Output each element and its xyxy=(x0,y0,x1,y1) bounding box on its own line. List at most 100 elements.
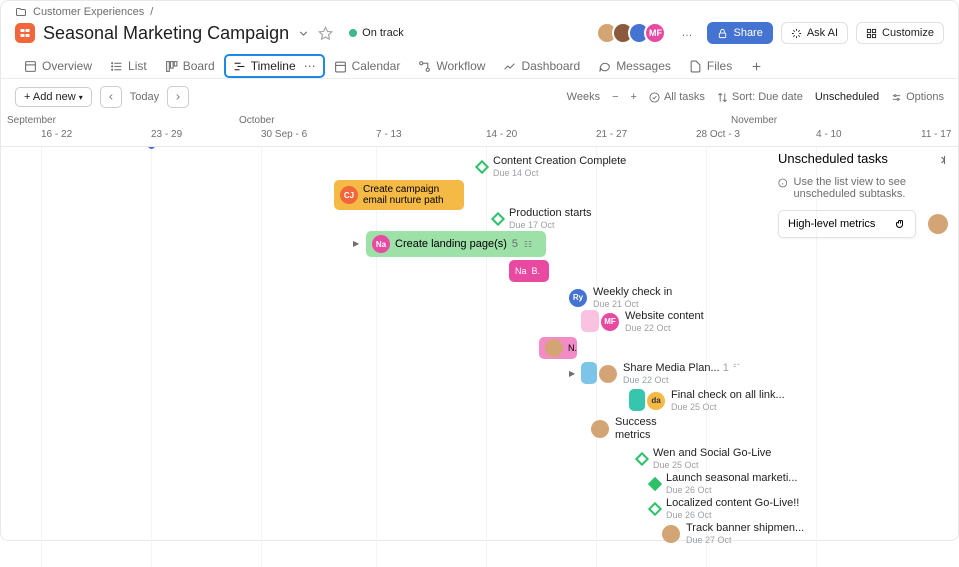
zoom-out-button[interactable]: − xyxy=(612,91,618,103)
month-label: October xyxy=(239,115,275,126)
task-milestone[interactable]: Content Creation CompleteDue 14 Oct xyxy=(477,155,626,178)
avatar[interactable] xyxy=(928,214,948,234)
task-row[interactable]: Track banner shipmen...Due 27 Oct xyxy=(662,522,804,545)
more-icon[interactable]: ⋯ xyxy=(304,59,316,73)
calendar-icon xyxy=(334,60,347,73)
board-icon xyxy=(165,60,178,73)
expand-caret[interactable]: ▶ xyxy=(353,239,359,248)
filter-tasks[interactable]: All tasks xyxy=(649,91,705,103)
star-icon[interactable] xyxy=(318,26,333,41)
overview-icon xyxy=(24,60,37,73)
milestone-icon xyxy=(648,477,662,491)
messages-icon xyxy=(598,60,611,73)
chevron-down-icon[interactable] xyxy=(297,27,310,40)
week-label: 16 - 22 xyxy=(41,129,72,140)
timeline-header: September October November 16 - 22 23 - … xyxy=(1,115,958,147)
zoom-in-button[interactable]: + xyxy=(631,91,637,103)
expand-caret[interactable]: ▶ xyxy=(569,369,575,378)
avatar-chip: da xyxy=(647,392,665,410)
task-bar[interactable]: Na B. xyxy=(509,260,549,282)
unscheduled-panel: Unscheduled tasks Use the list view to s… xyxy=(778,151,948,238)
panel-tip: Use the list view to see unscheduled sub… xyxy=(778,176,948,200)
avatar-chip xyxy=(662,525,680,543)
customize-button[interactable]: Customize xyxy=(856,22,944,44)
week-label: 28 Oct - 3 xyxy=(696,129,740,140)
week-label: 11 - 17 xyxy=(921,129,951,140)
sort-button[interactable]: Sort: Due date xyxy=(717,91,803,103)
zoom-label: Weeks xyxy=(567,91,600,103)
tab-board[interactable]: Board xyxy=(156,54,224,78)
info-icon xyxy=(778,176,788,190)
breadcrumb[interactable]: Customer Experiences / xyxy=(1,1,958,18)
unscheduled-toggle[interactable]: Unscheduled xyxy=(815,91,879,103)
tab-files[interactable]: Files xyxy=(680,54,741,78)
next-button[interactable] xyxy=(167,86,189,108)
task-bar[interactable]: N. xyxy=(539,337,577,359)
avatar-chip xyxy=(599,365,617,383)
tab-workflow[interactable]: Workflow xyxy=(409,54,494,78)
tab-list[interactable]: List xyxy=(101,54,156,78)
task-bar[interactable] xyxy=(581,310,599,332)
project-title: Seasonal Marketing Campaign xyxy=(43,23,289,44)
view-tabs: Overview List Board Timeline⋯ Calendar W… xyxy=(1,48,958,79)
timeline-icon xyxy=(233,60,246,73)
avatar-chip: MF xyxy=(601,313,619,331)
panel-title: Unscheduled tasks xyxy=(778,151,948,166)
week-label: 23 - 29 xyxy=(151,129,182,140)
week-label: 30 Sep - 6 xyxy=(261,129,307,140)
task-milestone[interactable]: Localized content Go-Live!!Due 26 Oct xyxy=(650,497,799,520)
share-button[interactable]: Share xyxy=(707,22,772,44)
collapse-icon[interactable] xyxy=(934,153,948,167)
add-tab-button[interactable] xyxy=(741,54,772,78)
task-row[interactable]: Success metrics xyxy=(591,416,665,442)
tab-calendar[interactable]: Calendar xyxy=(325,54,410,78)
task-bar[interactable] xyxy=(629,389,645,411)
grab-icon xyxy=(894,218,906,230)
ask-ai-button[interactable]: Ask AI xyxy=(781,22,848,44)
task-milestone[interactable]: Launch seasonal marketi...Due 26 Oct xyxy=(650,472,797,495)
tab-overview[interactable]: Overview xyxy=(15,54,101,78)
task-bar[interactable] xyxy=(581,362,597,384)
prev-button[interactable] xyxy=(100,86,122,108)
tab-timeline[interactable]: Timeline⋯ xyxy=(224,54,325,78)
month-label: November xyxy=(731,115,777,126)
avatar[interactable]: MF xyxy=(644,22,666,44)
milestone-icon xyxy=(648,502,662,516)
task-row[interactable]: da Final check on all link...Due 25 Oct xyxy=(647,389,785,412)
workflow-icon xyxy=(418,60,431,73)
breadcrumb-parent[interactable]: Customer Experiences xyxy=(33,6,144,18)
week-label: 14 - 20 xyxy=(486,129,517,140)
today-button[interactable]: Today xyxy=(130,91,159,103)
task-row[interactable]: Share Media Plan... 1 Due 22 Oct xyxy=(599,362,741,385)
week-label: 21 - 27 xyxy=(596,129,627,140)
more-menu[interactable]: … xyxy=(674,22,699,44)
task-row[interactable]: MF Website contentDue 22 Oct xyxy=(601,310,704,333)
tab-dashboard[interactable]: Dashboard xyxy=(494,54,589,78)
task-milestone[interactable]: Production startsDue 17 Oct xyxy=(493,207,592,230)
tab-messages[interactable]: Messages xyxy=(589,54,680,78)
list-icon xyxy=(110,60,123,73)
status-badge[interactable]: On track xyxy=(349,27,404,39)
grid-icon xyxy=(866,28,877,39)
task-bar[interactable]: Na Create landing page(s) 5 xyxy=(366,231,546,257)
options-button[interactable]: Options xyxy=(891,91,944,103)
header: Seasonal Marketing Campaign On track MF … xyxy=(1,18,958,48)
milestone-icon xyxy=(475,160,489,174)
lock-icon xyxy=(717,28,728,39)
status-dot xyxy=(349,29,357,37)
today-marker xyxy=(148,147,155,149)
sparkle-icon xyxy=(791,28,802,39)
add-new-button[interactable]: + Add new ▾ xyxy=(15,87,92,107)
task-milestone[interactable]: Wen and Social Go-LiveDue 25 Oct xyxy=(637,447,771,470)
milestone-icon xyxy=(491,212,505,226)
timeline-toolbar: + Add new ▾ Today Weeks − + All tasks So… xyxy=(1,79,958,115)
dashboard-icon xyxy=(503,60,516,73)
avatar-chip xyxy=(545,339,563,357)
unscheduled-task[interactable]: High-level metrics xyxy=(778,210,916,238)
member-avatars[interactable]: MF xyxy=(602,22,666,44)
plus-icon xyxy=(750,60,763,73)
avatar-chip: Na xyxy=(372,235,390,253)
subtask-icon xyxy=(732,362,741,371)
task-bar[interactable]: CJ Create campaign email nurture path xyxy=(334,180,464,210)
task-row[interactable]: Ry Weekly check inDue 21 Oct xyxy=(569,286,672,309)
